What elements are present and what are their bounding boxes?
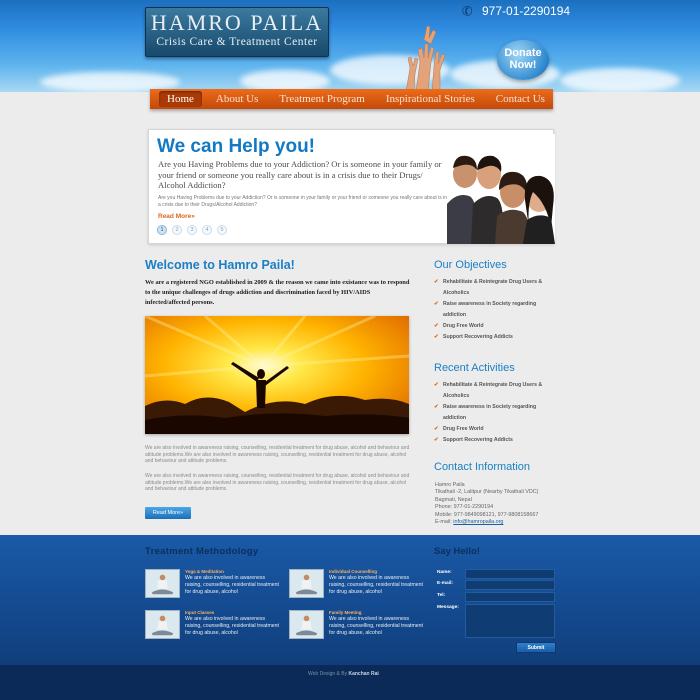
meditation-thumbnail: [289, 569, 324, 598]
say-hello-title: Say Hello!: [434, 546, 480, 557]
sunset-hope-image: [145, 316, 409, 434]
hero-lead: Are you Having Problems due to your Addi…: [158, 159, 442, 190]
welcome-paragraph-1: We are also involved in awareness raisin…: [145, 445, 410, 464]
footer-credit: Web Design & By Kanchan Rai: [308, 671, 379, 677]
treatment-item-name: Yoga & Meditation: [185, 569, 224, 574]
contact-email-link[interactable]: info@hamropaila.org: [453, 519, 503, 525]
contact-email-row: E-mail: info@hamropaila.org: [435, 519, 538, 526]
treatment-title: Treatment Methodology: [145, 546, 259, 557]
list-item: Raise awareness in Society regarding add…: [434, 299, 558, 321]
pager-dot-2[interactable]: 2: [172, 225, 182, 235]
treatment-item-yoga[interactable]: Yoga & Meditation We are also involved i…: [145, 569, 280, 599]
treatment-item-text: We are also involved in awareness raisin…: [185, 575, 280, 595]
nav-treatment-program[interactable]: Treatment Program: [279, 93, 364, 105]
contact-email-label: E-mail:: [435, 519, 452, 526]
activities-list: Rehabilitate & Reintegrate Drug Users & …: [434, 380, 558, 446]
credit-prefix: Web Design & By: [308, 671, 348, 677]
list-item: Rehabilitate & Reintegrate Drug Users & …: [434, 277, 558, 299]
credit-name[interactable]: Kanchan Rai: [348, 671, 378, 677]
nav-contact-us[interactable]: Contact Us: [496, 93, 545, 105]
reaching-hands-image: [405, 25, 446, 92]
pager-dot-4[interactable]: 4: [202, 225, 212, 235]
contact-info: Hamro Paila Tikathali -2, Lalitpur (Near…: [435, 482, 538, 526]
treatment-item-text: We are also involved in awareness raisin…: [329, 575, 424, 595]
list-item: Support Recovering Addicts: [434, 435, 558, 446]
treatment-item-name: Individual Counselling: [329, 569, 378, 574]
bottom-section: [0, 535, 700, 665]
logo-subtitle: Crisis Care & Treatment Center: [156, 36, 318, 48]
treatment-item-family-meeting[interactable]: Family Meeting We are also involved in a…: [289, 610, 424, 640]
list-item: Support Recovering Addicts: [434, 332, 558, 343]
main-nav: Home About Us Treatment Program Inspirat…: [150, 89, 553, 109]
welcome-title: Welcome to Hamro Paila!: [145, 258, 295, 272]
contact-mobile: Mobile: 977-9849098121, 977-9808158667: [435, 511, 539, 518]
group-photo: [447, 134, 555, 244]
name-field[interactable]: [465, 569, 555, 579]
site-logo[interactable]: HAMRO PAILA Crisis Care & Treatment Cent…: [145, 7, 329, 57]
list-item: Rehabilitate & Reintegrate Drug Users & …: [434, 380, 558, 402]
list-item: Drug Free World: [434, 321, 558, 332]
tel-label: Tel:: [437, 593, 446, 598]
nav-inspirational-stories[interactable]: Inspirational Stories: [386, 93, 475, 105]
hero-slider: We can Help you! Are you Having Problems…: [148, 129, 555, 244]
nav-home[interactable]: Home: [159, 91, 202, 107]
message-field[interactable]: [465, 604, 555, 638]
contact-name: Hamro Paila: [435, 482, 465, 488]
welcome-paragraph-2: We are also involved in awareness raisin…: [145, 473, 410, 492]
pager-dot-1[interactable]: 1: [157, 225, 167, 235]
meditation-thumbnail: [145, 569, 180, 598]
nav-about-us[interactable]: About Us: [216, 93, 258, 105]
treatment-item-name: Family Meeting: [329, 610, 362, 615]
contact-address-1: Tikathali -2, Lalitpur (Nearby Tikathali…: [435, 489, 539, 496]
treatment-item-input-classes[interactable]: Input Classes We are also involved in aw…: [145, 610, 280, 640]
treatment-item-text: We are also involved in awareness raisin…: [329, 616, 424, 636]
header-phone: ✆ 977-01-2290194: [459, 2, 571, 20]
donate-label: Donate Now!: [504, 47, 542, 71]
hero-title: We can Help you!: [157, 136, 316, 157]
read-more-button[interactable]: Read More»: [145, 507, 191, 519]
hero-read-more-link[interactable]: Read More»: [158, 213, 195, 220]
treatment-item-name: Input Classes: [185, 610, 215, 615]
phone-number: 977-01-2290194: [482, 4, 571, 18]
tel-field[interactable]: [465, 592, 555, 602]
objectives-list: Rehabilitate & Reintegrate Drug Users & …: [434, 277, 558, 343]
pager-dot-3[interactable]: 3: [187, 225, 197, 235]
meditation-thumbnail: [145, 610, 180, 639]
objectives-title: Our Objectives: [434, 259, 507, 271]
phone-icon: ✆: [459, 2, 476, 20]
slider-pager: 1 2 3 4 5: [157, 225, 227, 235]
donate-button[interactable]: Donate Now!: [497, 40, 549, 80]
list-item: Raise awareness in Society regarding add…: [434, 402, 558, 424]
meditation-thumbnail: [289, 610, 324, 639]
pager-dot-5[interactable]: 5: [217, 225, 227, 235]
submit-button[interactable]: Submit: [516, 642, 556, 653]
logo-title: HAMRO PAILA: [150, 10, 324, 35]
treatment-item-individual-counselling[interactable]: Individual Counselling We are also invol…: [289, 569, 424, 599]
welcome-intro: We are a registered NGO established in 2…: [145, 279, 410, 306]
message-label: Message:: [437, 605, 459, 610]
treatment-item-text: We are also involved in awareness raisin…: [185, 616, 280, 636]
hero-small-text: Are you Having Problems due to your Addi…: [158, 195, 448, 208]
contact-address-2: Bagmati, Nepal: [435, 496, 472, 503]
contact-phone: Phone: 977-01-2290194: [435, 504, 494, 511]
name-label: Name:: [437, 570, 452, 575]
email-field[interactable]: [465, 580, 555, 590]
site-header: HAMRO PAILA Crisis Care & Treatment Cent…: [0, 0, 700, 92]
list-item: Drug Free World: [434, 424, 558, 435]
contact-title: Contact Information: [434, 461, 530, 473]
email-label: E-mail:: [437, 581, 453, 586]
activities-title: Recent Activities: [434, 362, 515, 374]
